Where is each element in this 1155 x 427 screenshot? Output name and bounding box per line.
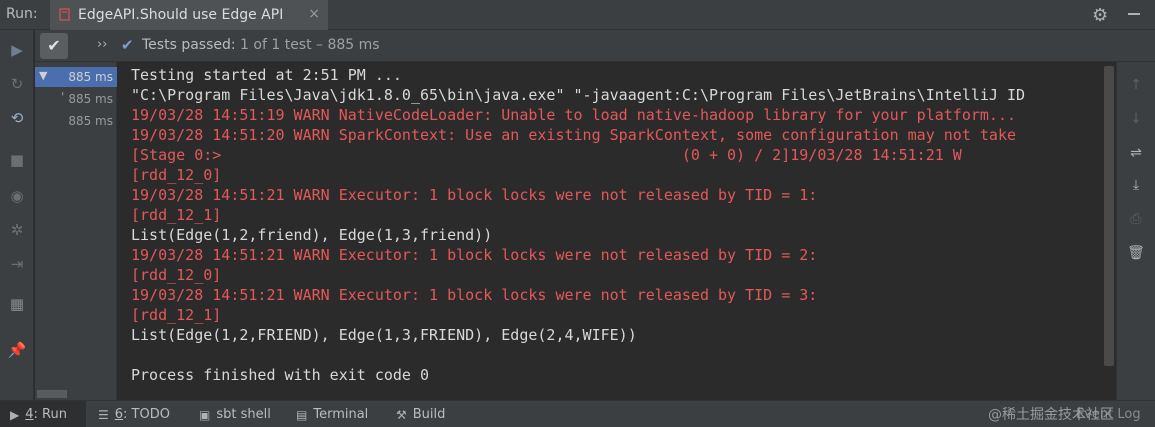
chevron-right-icon[interactable]: ›› (97, 37, 107, 52)
tree-row[interactable]: 885 ms (35, 111, 117, 131)
console-lines: Testing started at 2:51 PM ... "C:\Progra… (131, 65, 1025, 385)
list-icon: ☰ (98, 407, 109, 422)
console-line: 19/03/28 14:51:21 WARN Executor: 1 block… (131, 286, 818, 304)
test-duration: 885 ms (68, 92, 113, 106)
soft-wrap-icon[interactable]: ⇌ (1127, 144, 1145, 162)
minimize-icon[interactable] (1128, 13, 1140, 15)
camera-icon[interactable]: ◉ (7, 186, 27, 206)
export-icon[interactable]: ⇥ (7, 254, 27, 274)
run-config-tab-title: EdgeAPI.Should use Edge API (78, 7, 284, 23)
toggle-auto-test-icon[interactable]: ⟲ (7, 108, 27, 128)
rerun-icon[interactable]: ▶ (7, 40, 27, 60)
sbt-shell-tool-button[interactable]: ▣ sbt shell (199, 401, 271, 427)
test-duration: 885 ms (68, 70, 113, 84)
tick-icon: ' (61, 90, 65, 104)
test-duration: 885 ms (68, 114, 113, 128)
gear-icon[interactable]: ⚙ (1092, 5, 1108, 26)
pin-icon[interactable]: 📌 (7, 340, 27, 360)
collapse-icon[interactable]: ▼ (39, 69, 47, 82)
check-icon: ✔ (121, 36, 134, 54)
scroll-to-end-icon[interactable]: ⤓ (1127, 176, 1145, 194)
arrow-up-icon[interactable]: ↑ (1127, 76, 1145, 94)
console-line: List(Edge(1,2,FRIEND), Edge(1,3,FRIEND),… (131, 326, 637, 344)
print-icon[interactable]: ⎙ (1127, 210, 1145, 228)
console-line: 19/03/28 14:51:21 WARN Executor: 1 block… (131, 186, 818, 204)
run-label: Run: (6, 6, 38, 22)
trash-icon[interactable]: 🗑 (1127, 244, 1145, 262)
console-output[interactable]: Testing started at 2:51 PM ... "C:\Progra… (118, 62, 1116, 400)
tests-count-label: 1 of 1 test – 885 ms (240, 37, 380, 53)
tree-row[interactable]: ▼ 885 ms (35, 67, 117, 87)
right-console-toolbar: ↑ ↓ ⇌ ⤓ ⎙ 🗑 (1116, 62, 1155, 400)
close-icon[interactable]: × (308, 6, 320, 22)
console-line: [Stage 0:> (0 + 0) / 2]19/03/28 14:51:21… (131, 146, 962, 164)
console-line: Process finished with exit code 0 (131, 366, 430, 384)
sbt-icon: ▣ (199, 407, 211, 422)
console-line: List(Edge(1,2,friend), Edge(1,3,friend)) (131, 226, 493, 244)
console-line: 19/03/28 14:51:19 WARN NativeCodeLoader:… (131, 106, 1017, 124)
console-line: [rdd_12_1] (131, 306, 222, 324)
run-tool-window-header: Run: EdgeAPI.Should use Edge API × ⚙ (0, 0, 1155, 30)
console-line: "C:\Program Files\Java\jdk1.8.0_65\bin\j… (131, 86, 1026, 104)
run-tool-button[interactable]: ▶ 4: Run (0, 401, 86, 427)
stop-icon[interactable]: ■ (7, 150, 27, 170)
todo-tool-button[interactable]: ☰ 6: TODO (98, 401, 170, 427)
rerun-failed-icon[interactable]: ↻ (7, 74, 27, 94)
show-passed-toggle-icon[interactable]: ✔ (40, 33, 68, 59)
test-status-bar: ✔ ›› ✔ Tests passed: 1 of 1 test – 885 m… (35, 30, 1155, 62)
console-line: 19/03/28 14:51:21 WARN Executor: 1 block… (131, 246, 818, 264)
tree-horizontal-scrollbar[interactable] (35, 390, 117, 398)
watermark: @稀土掘金技术社区 (988, 407, 1114, 423)
console-scrollbar[interactable] (1104, 66, 1114, 366)
console-line: [rdd_12_1] (131, 206, 222, 224)
tree-row[interactable]: ' 885 ms (35, 89, 117, 109)
test-tree: ▼ 885 ms ' 885 ms 885 ms (35, 62, 117, 400)
arrow-down-icon[interactable]: ↓ (1127, 110, 1145, 128)
test-status-text: Tests passed: 1 of 1 test – 885 ms (142, 37, 380, 53)
left-run-toolbar: ▶ ↻ ⟲ ■ ◉ ✲ ⇥ ▦ 📌 (0, 30, 34, 400)
tests-passed-label: Tests passed: (142, 37, 236, 53)
terminal-tool-button[interactable]: ▤ Terminal (296, 401, 368, 427)
tool-window-bar: ▶ 4: Run ☰ 6: TODO ▣ sbt shell ▤ Termina… (0, 400, 1155, 427)
test-error-icon (58, 8, 72, 22)
console-line: [rdd_12_0] (131, 266, 222, 284)
play-icon: ▶ (10, 407, 20, 422)
run-config-tab[interactable]: EdgeAPI.Should use Edge API × (50, 0, 328, 30)
hammer-icon: ⚒ (396, 407, 407, 422)
console-line: [rdd_12_0] (131, 166, 222, 184)
layout-grid-icon[interactable]: ▦ (7, 294, 27, 314)
console-line: 19/03/28 14:51:20 WARN SparkContext: Use… (131, 126, 1017, 144)
build-tool-button[interactable]: ⚒ Build (396, 401, 445, 427)
terminal-icon: ▤ (296, 407, 308, 422)
console-line: Testing started at 2:51 PM ... (131, 66, 402, 84)
layout-icon[interactable]: ✲ (7, 220, 27, 240)
